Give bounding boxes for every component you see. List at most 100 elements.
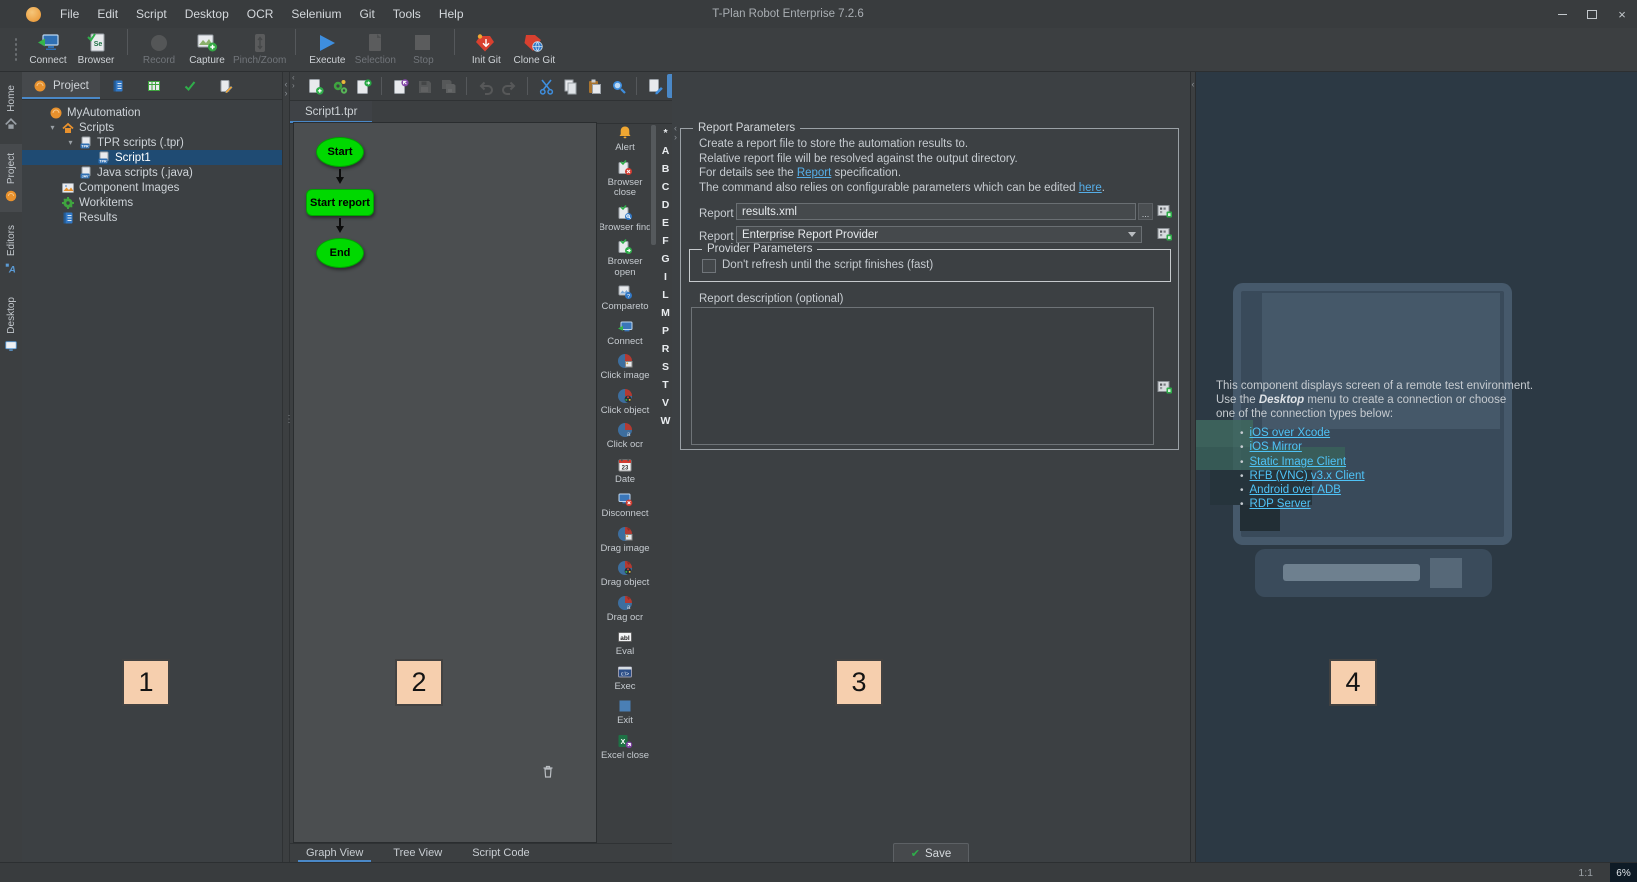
view-tab[interactable]: Graph View [298,844,371,862]
maximize-icon[interactable] [1577,0,1607,28]
tab-results-view[interactable] [100,72,136,99]
chevron-down-icon[interactable]: ▾ [66,138,75,147]
editor-toolbar-button[interactable] [466,77,467,95]
editor-toolbar-button[interactable] [643,74,667,98]
menu-item[interactable]: Selenium [282,0,350,28]
editor-toolbar-button[interactable] [327,74,351,98]
trash-icon[interactable] [540,763,556,780]
alphabet-letter[interactable]: T [662,376,668,394]
toolbar-button[interactable]: Execute [303,29,351,71]
toolbar-button[interactable]: Connect [24,29,72,71]
palette-item[interactable]: Drag image [600,526,650,555]
connection-link[interactable]: iOS over Xcode [1250,427,1331,439]
toolbar-button[interactable] [127,29,128,55]
menu-item[interactable]: Tools [384,0,430,28]
editor-toolbar-button[interactable] [388,74,412,98]
editor-toolbar-button[interactable] [636,77,637,95]
tree-item[interactable]: ▾ Results [22,210,282,225]
tree-item[interactable]: ▾ Component Images [22,180,282,195]
palette-item[interactable]: Drag object [600,560,650,589]
menu-item[interactable]: Help [430,0,473,28]
save-button[interactable]: ✔ Save [893,843,969,864]
graph-node[interactable]: End [316,238,364,268]
sidebar-tab[interactable]: Home [0,76,22,140]
splitter-collapse-icon[interactable]: ‹› [283,80,289,98]
toolbar-button[interactable] [454,29,455,55]
report-provider-select[interactable]: Enterprise Report Provider [736,226,1142,243]
panel-collapse-icon[interactable]: ‹› [674,124,677,142]
editor-toolbar-button[interactable] [527,77,528,95]
palette-item[interactable]: Exit [600,698,650,727]
palette-item[interactable]: c:\> Exec [600,664,650,693]
tree-item[interactable]: ▾ TPR TPR scripts (.tpr) [22,135,282,150]
editor-toolbar-button[interactable] [436,74,460,98]
report-file-input[interactable] [736,203,1136,220]
alphabet-letter[interactable]: B [662,160,670,178]
menu-item[interactable]: Script [127,0,176,28]
palette-item[interactable]: Browser open [600,239,650,278]
toolbar-button[interactable]: Capture [183,29,231,71]
toolbar-button[interactable]: Clone Git [510,29,558,71]
editor-toolbar-button[interactable] [381,77,382,95]
connection-link[interactable]: iOS Mirror [1250,441,1302,453]
palette-item[interactable]: Connect [600,319,650,348]
view-tab[interactable]: Script Code [464,844,537,862]
alphabet-letter[interactable]: A [662,142,670,160]
report-description-textarea[interactable] [691,307,1154,445]
toolbar-button[interactable]: Pinch/Zoom [231,29,288,71]
palette-item[interactable]: a Drag ocr [600,595,650,624]
editor-toolbar-button[interactable] [497,74,521,98]
editor-toolbar-button[interactable] [303,74,327,98]
alphabet-letter[interactable]: P [662,322,669,340]
alphabet-letter[interactable]: M [661,304,670,322]
sidebar-tab[interactable]: Desktop [0,288,22,362]
tab-script1-tpr[interactable]: Script1.tpr [290,101,372,123]
alphabet-letter[interactable]: I [664,268,667,286]
tab-edit-view[interactable] [208,72,244,99]
palette-scrollbar[interactable] [651,125,656,799]
alphabet-letter[interactable]: S [662,358,669,376]
inline-link[interactable]: here [1079,182,1102,194]
palette-item[interactable]: Alert [600,125,650,154]
menu-item[interactable]: Desktop [176,0,238,28]
tree-item[interactable]: ▾ TPR Script1 [22,150,282,165]
palette-item[interactable]: abl Eval [600,629,650,658]
editor-toolbar-button[interactable] [351,74,375,98]
sidebar-tab[interactable]: Editors A [0,216,22,284]
toolbar-overflow-icon[interactable]: ‹› [292,74,295,90]
toolbar-button[interactable]: Se Browser [72,29,120,71]
palette-item[interactable]: X Excel close [600,733,650,762]
alphabet-letter[interactable]: G [661,250,669,268]
connection-link[interactable]: Static Image Client [1250,456,1347,468]
alphabet-letter[interactable]: E [662,214,669,232]
alphabet-letter[interactable]: V [662,394,669,412]
insert-variable-icon[interactable] [1156,203,1174,219]
tab-checks-view[interactable] [172,72,208,99]
menu-item[interactable]: OCR [238,0,283,28]
palette-item[interactable]: ? Compareto [600,284,650,313]
alphabet-letter[interactable]: D [662,196,670,214]
sidebar-tab[interactable]: Project [0,144,22,212]
toolbar-button[interactable]: Record [135,29,183,71]
tree-item[interactable]: ▾ Workitems [22,195,282,210]
graph-node[interactable]: Start [316,137,364,167]
alphabet-letter[interactable]: F [662,232,668,250]
graph-node[interactable]: Start report [306,189,374,216]
palette-item[interactable]: a Click ocr [600,422,650,451]
chevron-down-icon[interactable]: ▾ [48,123,57,132]
alphabet-letter[interactable]: W [661,412,671,430]
splitter-collapse-icon[interactable]: ‹ [1191,80,1195,89]
tree-item[interactable]: ▾ Scripts [22,120,282,135]
tab-table-view[interactable] [136,72,172,99]
close-icon[interactable]: × [1607,0,1637,28]
browse-button[interactable]: ... [1138,203,1153,220]
menu-item[interactable]: Edit [88,0,127,28]
scrollbar-thumb[interactable] [651,125,656,245]
tree-item[interactable]: ▾ JAV Java scripts (.java) [22,165,282,180]
palette-item[interactable]: Browser close [600,160,650,199]
toolbar-button[interactable] [295,29,296,55]
toolbar-button[interactable]: Init Git [462,29,510,71]
editor-toolbar-button[interactable] [582,74,606,98]
insert-variable-icon[interactable] [1156,226,1174,242]
editor-toolbar-button[interactable] [606,74,630,98]
